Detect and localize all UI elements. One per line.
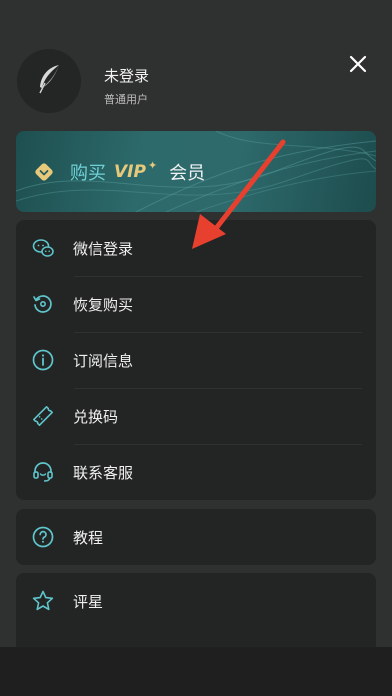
vip-sparkle-icon: ✦: [147, 159, 158, 172]
vip-tag: VIP: [114, 161, 146, 182]
menu-label-rate: 评星: [73, 592, 104, 611]
user-type: 普通用户: [104, 93, 148, 106]
feather-icon: [29, 59, 69, 103]
menu-label-contact-support: 联系客服: [73, 463, 134, 482]
menu-item-rate[interactable]: 评星: [16, 573, 376, 629]
headset-icon: [31, 460, 55, 484]
star-icon: [31, 589, 55, 613]
menu-item-subscription-info[interactable]: 订阅信息: [16, 332, 376, 388]
info-icon: [31, 348, 55, 372]
account-menu-group: 微信登录 恢复购买 订阅信息 兑换码 联系客服: [16, 220, 376, 500]
menu-item-redeem-code[interactable]: 兑换码: [16, 388, 376, 444]
menu-item-restore-purchase[interactable]: 恢复购买: [16, 276, 376, 332]
menu-label-wechat-login: 微信登录: [73, 239, 134, 258]
user-name[interactable]: 未登录: [104, 65, 149, 86]
rating-menu-group: 评星: [16, 573, 376, 647]
help-icon: [31, 525, 55, 549]
close-icon: [348, 54, 368, 78]
side-menu-panel: 未登录 普通用户 购买 VIP ✦ 会员 微信登录 恢复购买 订阅信息 兑换码 …: [0, 0, 392, 647]
buy-vip-banner[interactable]: 购买 VIP ✦ 会员: [16, 131, 376, 212]
menu-label-tutorial: 教程: [73, 528, 104, 547]
close-button[interactable]: [344, 52, 372, 80]
diamond-icon: [34, 162, 54, 182]
wechat-icon: [31, 236, 55, 260]
avatar[interactable]: [17, 49, 81, 113]
menu-item-tutorial[interactable]: 教程: [16, 509, 376, 565]
menu-item-contact-support[interactable]: 联系客服: [16, 444, 376, 500]
ticket-icon: [31, 404, 55, 428]
menu-label-redeem-code: 兑换码: [73, 407, 119, 426]
bottom-bar: [0, 647, 392, 696]
tutorial-menu-group: 教程: [16, 509, 376, 565]
restore-icon: [31, 292, 55, 316]
vip-banner-text: 购买 VIP ✦ 会员: [70, 159, 205, 185]
vip-buy-label: 购买: [70, 162, 106, 184]
vip-member-label: 会员: [169, 162, 206, 184]
menu-item-wechat-login[interactable]: 微信登录: [16, 220, 376, 276]
menu-label-subscription-info: 订阅信息: [73, 351, 134, 370]
menu-label-restore-purchase: 恢复购买: [73, 295, 134, 314]
